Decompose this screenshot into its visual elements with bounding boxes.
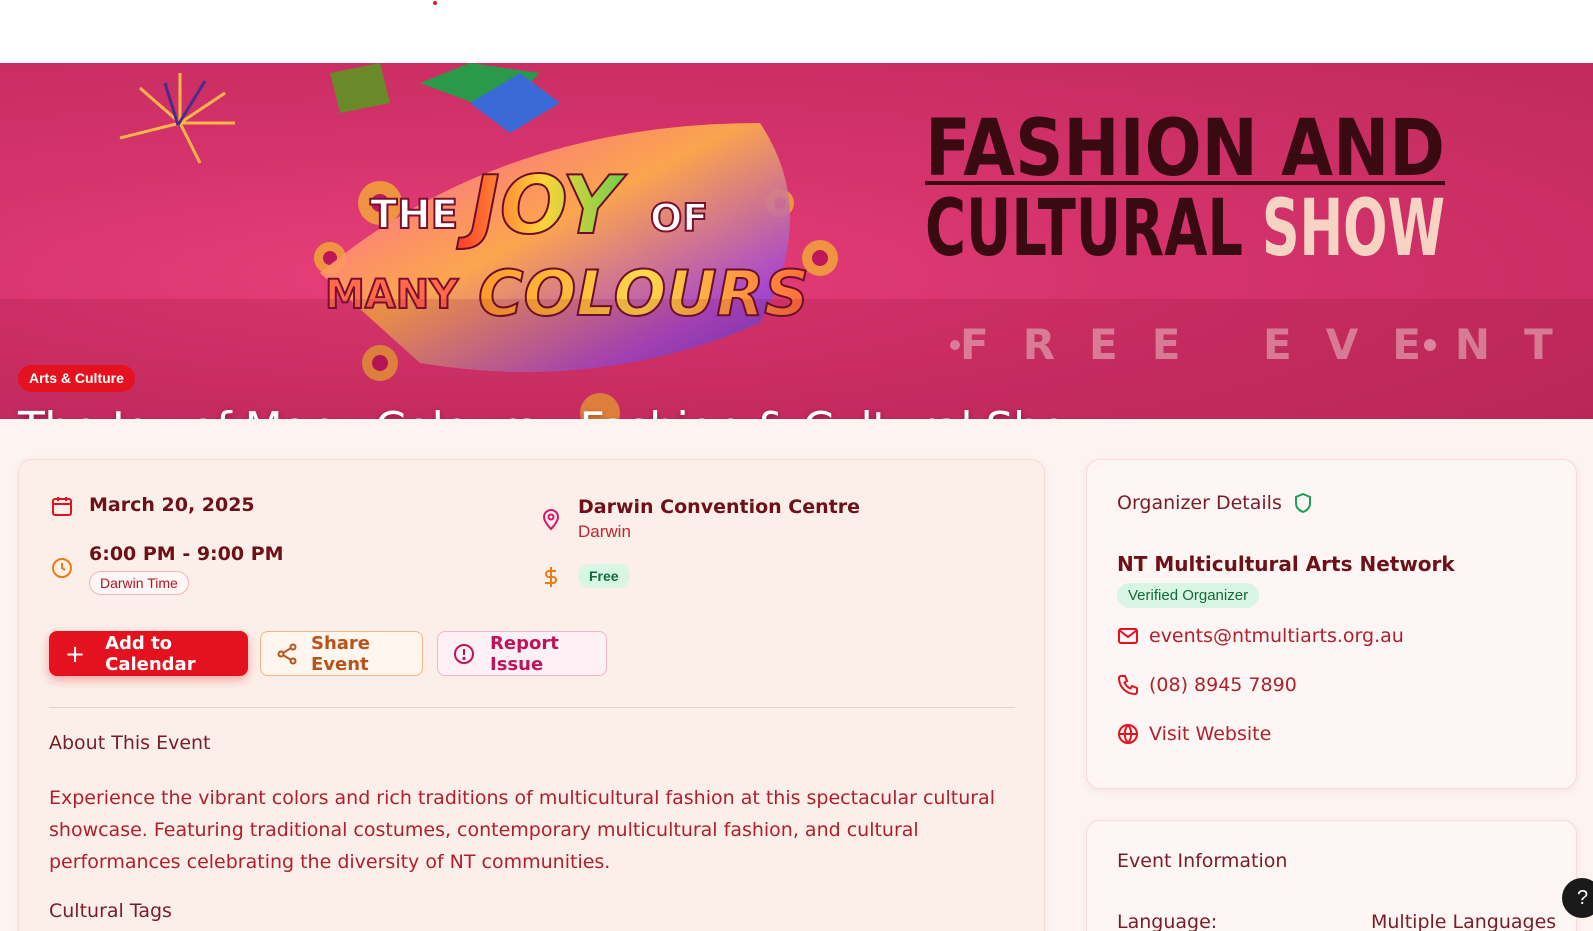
add-to-calendar-label: Add to Calendar (105, 632, 196, 675)
organizer-email-link[interactable]: events@ntmultiarts.org.au (1115, 623, 1404, 649)
venue-city: Darwin (578, 522, 631, 541)
report-issue-label: Report Issue (490, 632, 559, 675)
firework-decoration (119, 73, 235, 164)
event-information-card: Event Information Language: Multiple Lan… (1086, 820, 1577, 931)
organizer-phone: (08) 8945 7890 (1149, 674, 1297, 696)
share-icon (275, 641, 299, 667)
event-details-card: March 20, 2025 6:00 PM - 9:00 PM Darwin … (18, 459, 1045, 931)
logo-text-joy: JOY (456, 159, 627, 252)
headline-fashion-and: FASHION AND (925, 104, 1445, 194)
timezone-badge: Darwin Time (89, 571, 189, 595)
share-event-label: Share Event (311, 632, 371, 675)
headline-show: SHOW (1262, 184, 1445, 274)
organizer-heading: Organizer Details (1117, 492, 1282, 514)
mail-icon (1115, 623, 1141, 649)
language-value: Multiple Languages (1371, 911, 1557, 931)
venue-name: Darwin Convention Centre (578, 496, 860, 518)
share-event-button[interactable]: Share Event (260, 631, 423, 676)
event-title: The Joy of Many Colours - Fashion & Cult… (18, 403, 1103, 419)
add-to-calendar-button[interactable]: + Add to Calendar (49, 631, 248, 676)
clock-icon (49, 555, 75, 581)
logo-text-of: OF (650, 196, 708, 240)
report-issue-button[interactable]: Report Issue (437, 631, 607, 676)
price-row: Free (538, 564, 630, 590)
headline-cultural: CULTURAL (925, 184, 1243, 274)
organizer-heading-row: Organizer Details (1117, 490, 1316, 516)
event-time: 6:00 PM - 9:00 PM (89, 543, 284, 565)
event-description: Experience the vibrant colors and rich t… (49, 787, 995, 873)
organizer-name: NT Multicultural Arts Network (1117, 552, 1455, 576)
event-date: March 20, 2025 (89, 494, 255, 516)
phone-icon (1115, 672, 1141, 698)
price-badge: Free (578, 564, 630, 588)
organizer-card: Organizer Details NT Multicultural Arts … (1086, 459, 1577, 789)
visit-website-label: Visit Website (1149, 723, 1272, 745)
logo-text-the: THE (370, 192, 458, 238)
shield-check-icon (1290, 490, 1316, 516)
cultural-tags-heading: Cultural Tags (49, 900, 172, 922)
verified-organizer-badge: Verified Organizer (1117, 583, 1260, 608)
category-badge: Arts & Culture (18, 365, 135, 392)
visit-website-link[interactable]: Visit Website (1115, 721, 1271, 747)
event-information-heading: Event Information (1117, 850, 1288, 872)
event-hero-banner: THE JOY OF MANY COLOURS FASHION AND CULT… (0, 63, 1593, 419)
venue-row: Darwin Convention Centre Darwin (538, 496, 860, 542)
globe-icon (1115, 721, 1141, 747)
about-heading: About This Event (49, 732, 211, 754)
hero-artwork: THE JOY OF MANY COLOURS FASHION AND CULT… (0, 63, 1593, 419)
nav-indicator-dot (433, 1, 437, 5)
alert-circle-icon (452, 641, 476, 667)
map-pin-icon (538, 506, 564, 532)
plus-icon: + (65, 639, 86, 668)
dollar-icon (538, 564, 564, 590)
top-navigation-bar (0, 0, 1593, 63)
date-row: March 20, 2025 (49, 493, 255, 519)
organizer-phone-link[interactable]: (08) 8945 7890 (1115, 672, 1297, 698)
calendar-icon (49, 493, 75, 519)
language-label: Language: (1117, 911, 1218, 931)
time-row: 6:00 PM - 9:00 PM Darwin Time (49, 543, 284, 595)
section-divider (49, 707, 1015, 708)
organizer-email: events@ntmultiarts.org.au (1149, 625, 1404, 647)
